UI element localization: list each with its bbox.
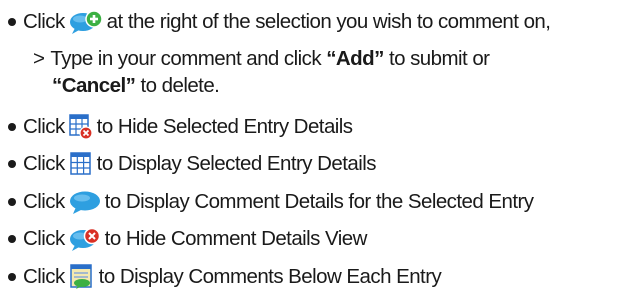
bullet: [8, 198, 16, 206]
display-comments-below-icon: [69, 264, 95, 290]
add-label: “Add”: [326, 47, 384, 70]
instruction-display-comment-details: Click to Display Comment Details for the…: [0, 184, 534, 220]
instruction-text: to Hide Comment Details View: [104, 227, 368, 250]
instruction-text: at the right of the selection you wish t…: [106, 10, 551, 33]
instruction-text: to Display Selected Entry Details: [96, 152, 377, 175]
hide-comment-details-icon: [69, 226, 101, 252]
bullet: [8, 18, 16, 26]
click-word: Click: [23, 10, 65, 33]
bullet: [8, 160, 16, 168]
instruction-add-comment: Click at the right of the selection you …: [0, 4, 551, 40]
hide-entry-details-icon: [68, 114, 93, 140]
bullet: [8, 123, 16, 131]
instruction-hide-entry-details: Click to Hide Selected Entry Details: [0, 109, 353, 145]
instruction-display-comments-below: Click to Display Comments Below Each Ent…: [0, 259, 442, 295]
bullet: [8, 273, 16, 281]
click-word: Click: [23, 227, 65, 250]
add-comment-icon: [69, 9, 103, 35]
display-entry-details-icon: [69, 151, 93, 177]
click-word: Click: [23, 115, 65, 138]
bullet: [8, 235, 16, 243]
instruction-text: to Hide Selected Entry Details: [96, 115, 353, 138]
instruction-text: to delete.: [140, 74, 220, 97]
click-word: Click: [23, 190, 65, 213]
instruction-display-entry-details: Click to Display Selected Entry Details: [0, 146, 376, 182]
click-word: Click: [23, 265, 65, 288]
instruction-text: to submit or: [388, 47, 490, 70]
display-comment-details-icon: [69, 189, 101, 215]
instruction-text: to Display Comment Details for the Selec…: [104, 190, 534, 213]
instruction-cancel: “Cancel” to delete.: [0, 68, 220, 104]
cancel-label: “Cancel”: [52, 74, 136, 97]
click-word: Click: [23, 152, 65, 175]
instruction-hide-comment-details: Click to Hide Comment Details View: [0, 221, 367, 257]
instruction-text: to Display Comments Below Each Entry: [98, 265, 442, 288]
